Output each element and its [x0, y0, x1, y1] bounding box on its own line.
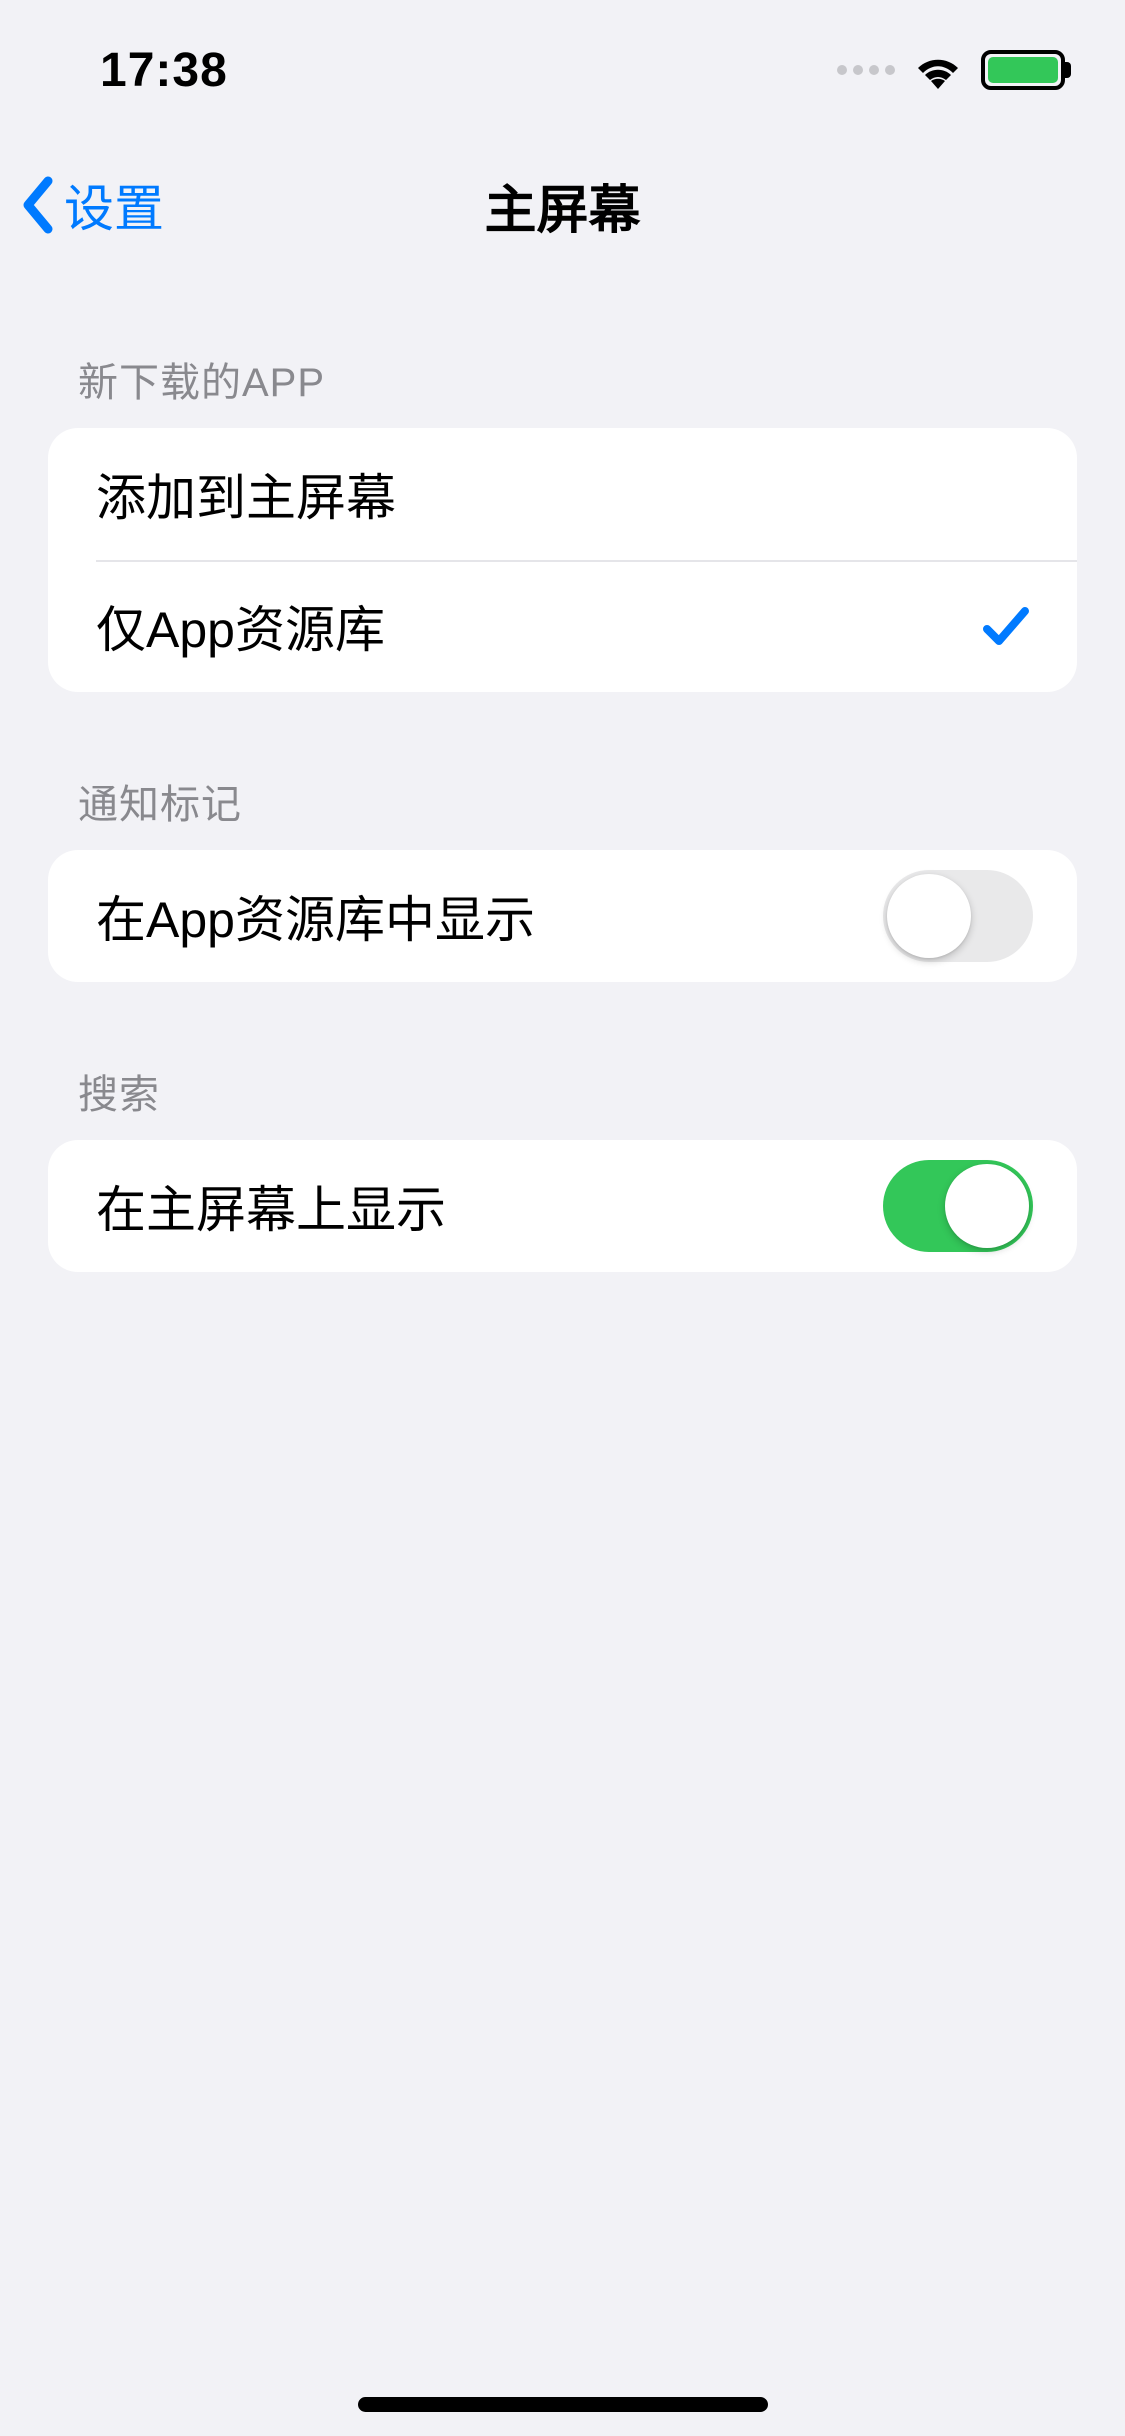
switch-show-on-homescreen[interactable] [883, 1160, 1033, 1252]
home-indicator[interactable] [358, 2397, 768, 2412]
group-badges: 在App资源库中显示 [48, 850, 1077, 982]
row-app-library-only[interactable]: 仅App资源库 [48, 560, 1077, 692]
row-label: 添加到主屏幕 [96, 458, 396, 530]
section-header-new-apps: 新下载的APP [48, 270, 1077, 428]
nav-bar: 设置 主屏幕 [0, 140, 1125, 270]
row-add-to-homescreen[interactable]: 添加到主屏幕 [48, 428, 1077, 560]
group-new-apps: 添加到主屏幕 仅App资源库 [48, 428, 1077, 692]
status-indicators [837, 50, 1065, 90]
group-search: 在主屏幕上显示 [48, 1140, 1077, 1272]
back-label: 设置 [64, 169, 164, 241]
cellular-icon [837, 65, 895, 75]
row-label: 在App资源库中显示 [96, 880, 535, 952]
checkmark-icon [979, 599, 1033, 653]
section-header-badges: 通知标记 [48, 692, 1077, 850]
content: 新下载的APP 添加到主屏幕 仅App资源库 通知标记 在App资源库中显示 搜… [0, 270, 1125, 1272]
battery-icon [981, 50, 1065, 90]
page-title: 主屏幕 [484, 168, 640, 243]
back-button[interactable]: 设置 [20, 169, 164, 241]
wifi-icon [913, 51, 963, 89]
switch-show-in-app-library[interactable] [883, 870, 1033, 962]
chevron-left-icon [20, 175, 56, 235]
section-header-search: 搜索 [48, 982, 1077, 1140]
status-time: 17:38 [100, 43, 228, 98]
status-bar: 17:38 [0, 0, 1125, 140]
row-label: 仅App资源库 [96, 590, 385, 662]
row-show-on-homescreen: 在主屏幕上显示 [48, 1140, 1077, 1272]
row-show-in-app-library: 在App资源库中显示 [48, 850, 1077, 982]
row-label: 在主屏幕上显示 [96, 1170, 446, 1242]
